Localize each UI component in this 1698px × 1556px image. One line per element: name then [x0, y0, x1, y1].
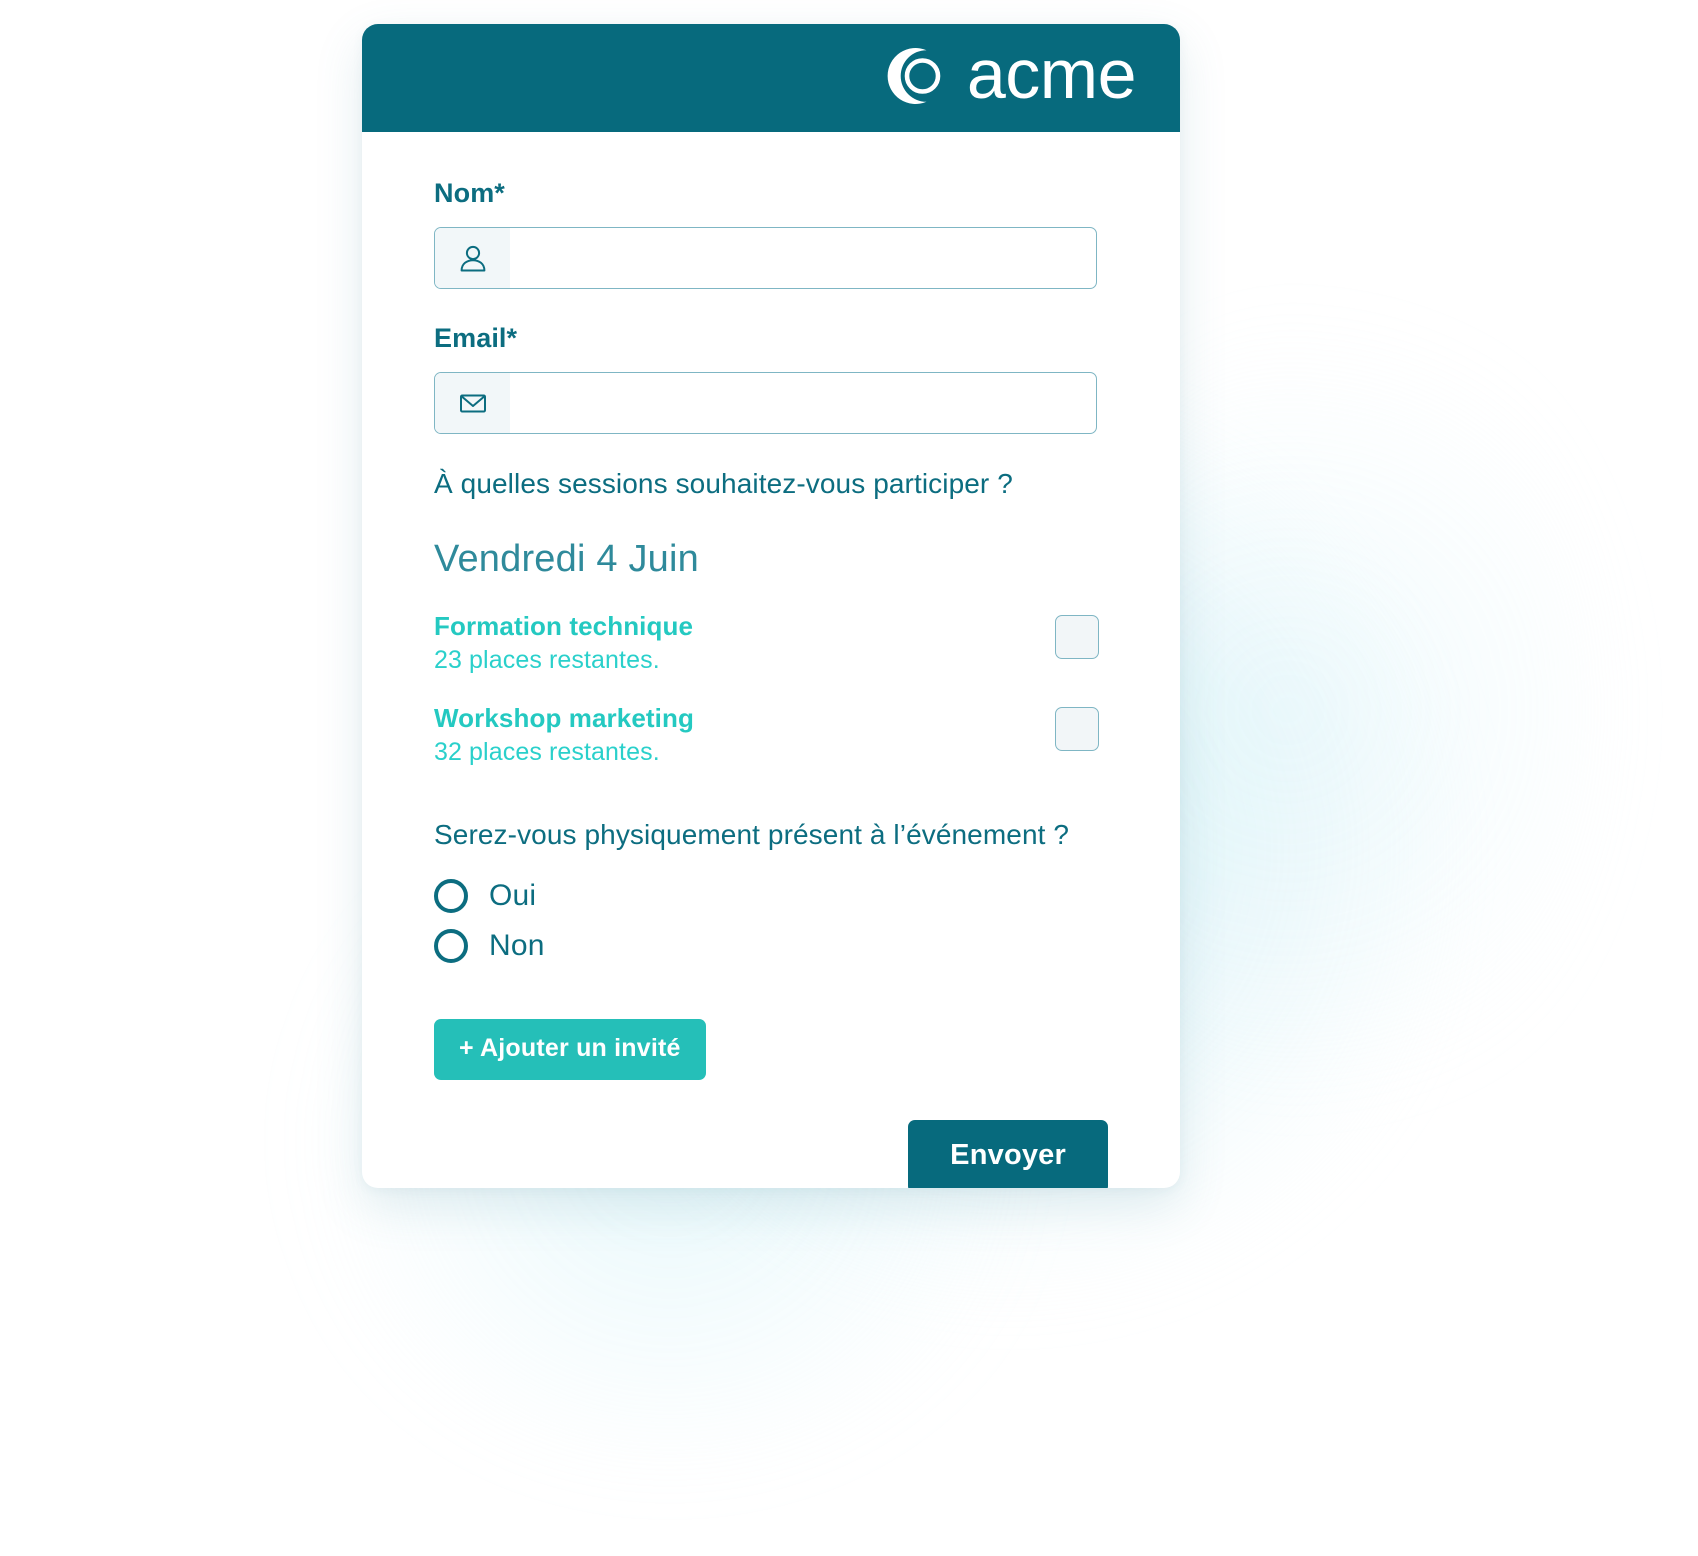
session-text: Workshop marketing 32 places restantes.: [434, 701, 694, 767]
sessions-question: À quelles sessions souhaitez-vous partic…: [434, 468, 1013, 499]
presence-option-label: Non: [489, 929, 545, 962]
card-body: Nom* Email* À quelles sessions souhaitez…: [362, 132, 1180, 1188]
email-input[interactable]: [510, 373, 1096, 433]
session-seats: 32 places restantes.: [434, 738, 660, 766]
session-name: Workshop marketing: [434, 703, 694, 733]
crescent-circle-icon: [886, 44, 950, 113]
brand-logo: acme: [886, 39, 1137, 113]
session-text: Formation technique 23 places restantes.: [434, 609, 693, 675]
presence-option-oui[interactable]: Oui: [434, 879, 1122, 913]
day-heading: Vendredi 4 Juin: [434, 538, 699, 580]
card-header: acme: [362, 24, 1180, 132]
person-icon: [435, 228, 510, 288]
registration-form-card: acme Nom* Email* À quelles sessions souh…: [362, 24, 1180, 1188]
session-row[interactable]: Workshop marketing 32 places restantes.: [434, 701, 1099, 767]
presence-option-non[interactable]: Non: [434, 929, 1122, 963]
presence-option-label: Oui: [489, 879, 537, 912]
session-name: Formation technique: [434, 611, 694, 641]
submit-row: Envoyer: [434, 1120, 1122, 1188]
radio-icon[interactable]: [434, 879, 468, 913]
name-field-label: Nom*: [434, 178, 505, 208]
session-row[interactable]: Formation technique 23 places restantes.: [434, 609, 1099, 675]
name-input-group[interactable]: [434, 227, 1097, 289]
email-field-label: Email*: [434, 323, 518, 353]
email-input-group[interactable]: [434, 372, 1097, 434]
radio-icon[interactable]: [434, 929, 468, 963]
presence-question: Serez-vous physiquement présent à l’évén…: [434, 819, 1070, 850]
submit-button[interactable]: Envoyer: [908, 1120, 1108, 1188]
envelope-icon: [435, 373, 510, 433]
page-stage: acme Nom* Email* À quelles sessions souh…: [0, 0, 1698, 1556]
brand-name: acme: [966, 35, 1137, 113]
add-guest-button[interactable]: + Ajouter un invité: [434, 1019, 706, 1080]
session-checkbox[interactable]: [1055, 707, 1099, 751]
session-seats: 23 places restantes.: [434, 646, 660, 674]
session-checkbox[interactable]: [1055, 615, 1099, 659]
name-input[interactable]: [510, 228, 1096, 288]
